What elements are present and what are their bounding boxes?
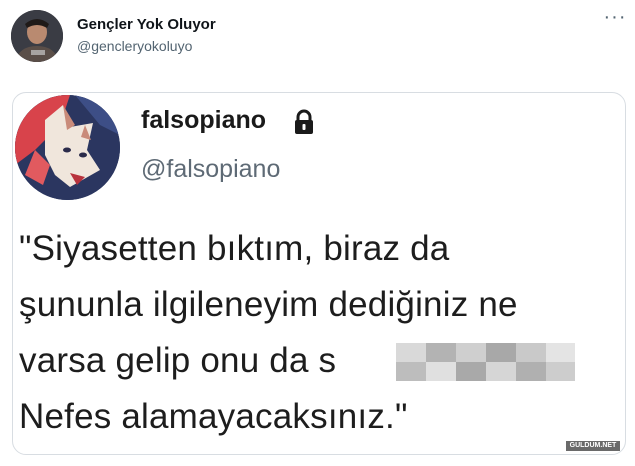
quoted-text-line: "Siyasetten bıktım, biraz da [19, 229, 450, 268]
quoted-text-line: Nefes alamayacaksınız." [19, 397, 408, 436]
author-handle[interactable]: @gencleryokoluyo [77, 38, 192, 54]
quoted-text-line: varsa gelip onu da s [19, 341, 337, 380]
quoted-author-handle: @falsopiano [141, 155, 281, 183]
censored-blur [396, 343, 575, 381]
lock-icon [290, 108, 318, 136]
quoted-text-line: şununla ilgileneyim dediğiniz ne [19, 285, 518, 324]
more-options-icon[interactable]: ··· [601, 7, 629, 30]
tweet-header: Gençler Yok Oluyor @gencleryokoluyo ··· [0, 0, 635, 80]
quoted-avatar [15, 95, 120, 200]
quoted-author-name: falsopiano [141, 106, 267, 134]
quoted-tweet-image[interactable]: falsopiano @falsopiano "Siyasetten bıktı… [12, 92, 626, 455]
author-name[interactable]: Gençler Yok Oluyor [77, 16, 216, 33]
watermark: GULDUM.NET [566, 441, 620, 451]
avatar[interactable] [11, 10, 63, 62]
